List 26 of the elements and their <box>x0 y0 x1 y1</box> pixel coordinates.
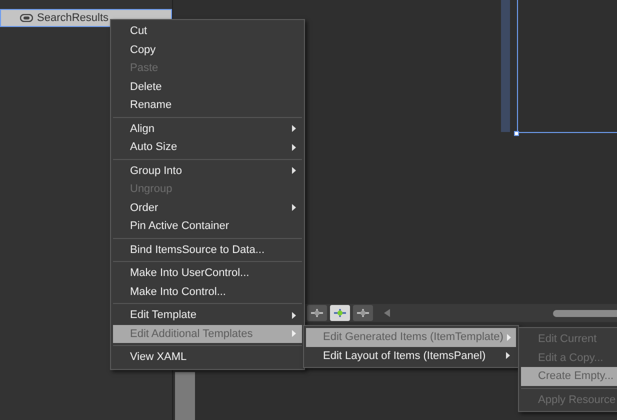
scrollbar-thumb[interactable] <box>553 310 617 316</box>
tool-icon <box>333 308 347 318</box>
resize-handle[interactable] <box>514 131 519 136</box>
scroll-left-icon[interactable] <box>384 309 390 317</box>
chain-icon <box>20 14 33 22</box>
menu-item[interactable]: View XAML <box>113 348 302 366</box>
tool-icon <box>356 308 370 318</box>
menu-item[interactable]: Align <box>113 120 302 138</box>
menu-item[interactable]: Bind ItemsSource to Data... <box>113 240 302 259</box>
menu-item[interactable]: Rename <box>113 96 302 114</box>
tree-item-label: SearchResults <box>37 10 109 26</box>
menu-item[interactable]: Pin Active Container <box>113 217 302 236</box>
menu-item[interactable]: Edit Layout of Items (ItemsPanel) <box>306 346 516 365</box>
splitter-handle <box>175 372 195 420</box>
menu-item[interactable]: Order <box>113 198 302 217</box>
menu-item[interactable]: Edit Template <box>113 306 302 324</box>
toolbar-button[interactable] <box>353 305 373 321</box>
menu-item[interactable]: Make Into UserControl... <box>113 264 302 282</box>
menu-item[interactable]: Delete <box>113 78 302 96</box>
toolbar-button[interactable] <box>330 305 350 321</box>
menu-item[interactable]: Group Into <box>113 162 302 180</box>
toolbar-button[interactable] <box>307 305 327 321</box>
tool-icon <box>310 308 324 318</box>
menu-item[interactable]: Auto Size <box>113 138 302 156</box>
menu-item[interactable]: Make Into Control... <box>113 282 302 301</box>
menu-item[interactable]: Copy <box>113 40 302 59</box>
